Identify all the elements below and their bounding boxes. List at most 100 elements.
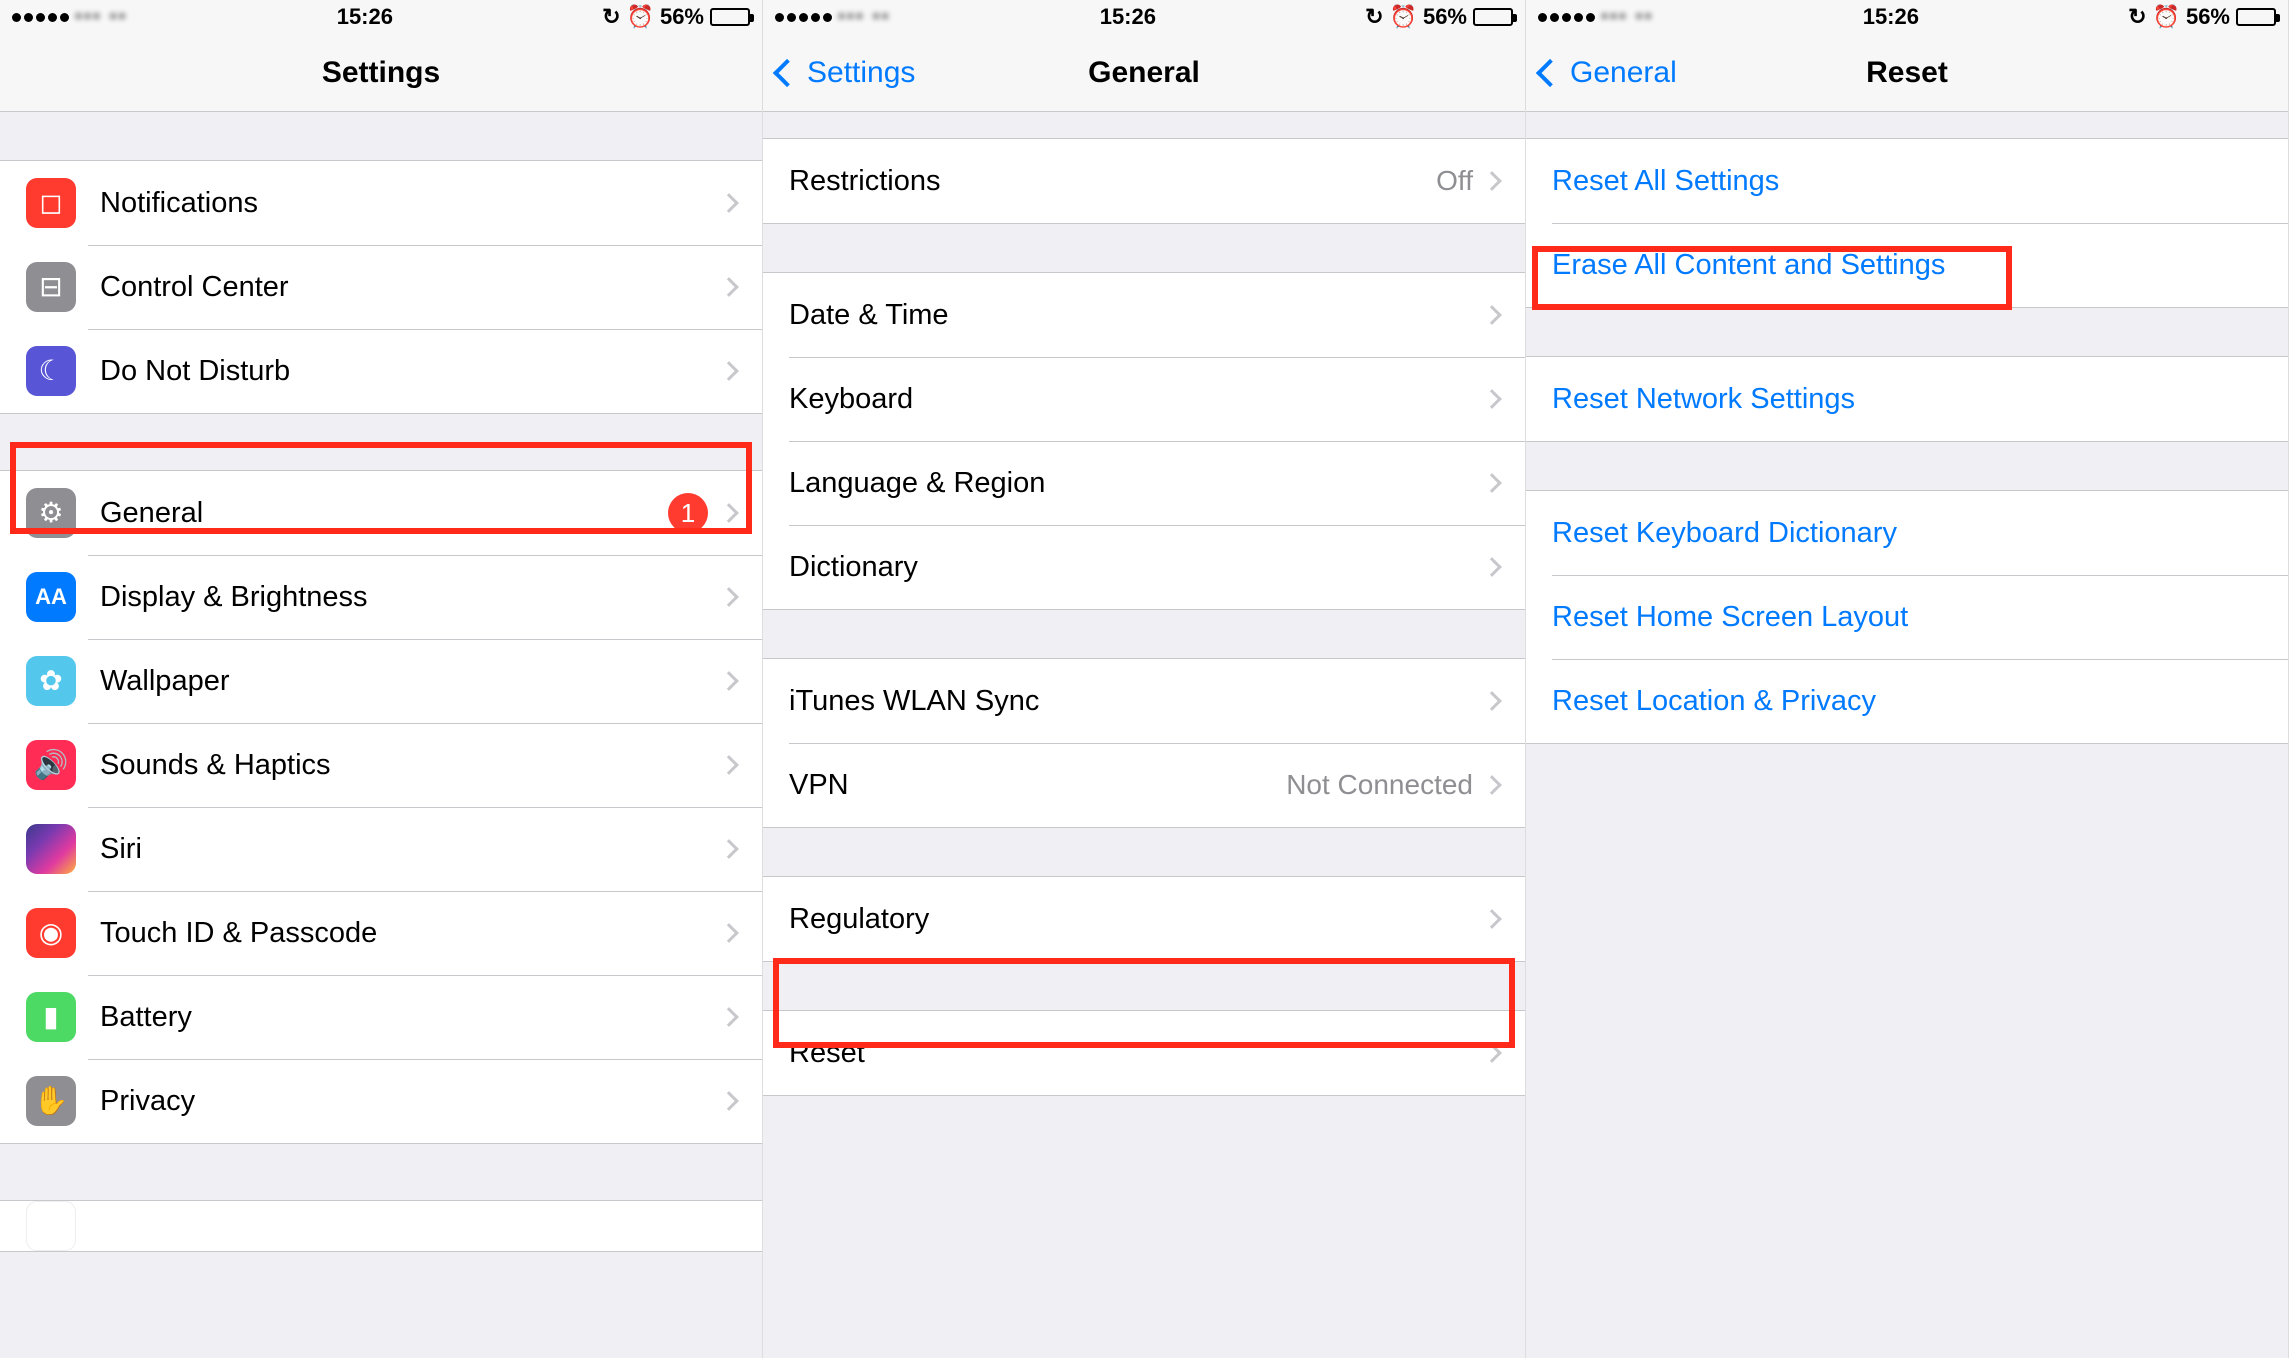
row-display-brightness[interactable]: AA Display & Brightness (0, 555, 762, 639)
row-label: iTunes WLAN Sync (789, 685, 1485, 718)
battery-icon (2236, 8, 2276, 26)
general-list[interactable]: Restrictions Off Date & Time Keyboard La… (763, 112, 1525, 1358)
row-label: Reset All Settings (1552, 165, 2262, 198)
row-label: Display & Brightness (100, 581, 722, 614)
row-label: Sounds & Haptics (100, 749, 722, 782)
rotation-lock-icon: ↻ (602, 4, 620, 30)
battery-icon (710, 8, 750, 26)
chevron-right-icon (1482, 691, 1502, 711)
chevron-right-icon (1482, 473, 1502, 493)
row-label: Restrictions (789, 165, 1436, 198)
battery-row-icon: ▮ (26, 992, 76, 1042)
row-notifications[interactable]: ◻ Notifications (0, 161, 762, 245)
row-reset-all-settings[interactable]: Reset All Settings (1526, 139, 2288, 223)
chevron-right-icon (1482, 305, 1502, 325)
general-screen: ••• •• 15:26 ↻ ⏰ 56% Settings General Re… (763, 0, 1526, 1358)
hand-icon: ✋ (26, 1076, 76, 1126)
status-bar: ••• •• 15:26 ↻ ⏰ 56% (763, 0, 1525, 34)
chevron-right-icon (719, 923, 739, 943)
row-restrictions[interactable]: Restrictions Off (763, 139, 1525, 223)
battery-percentage: 56% (2186, 4, 2230, 30)
rotation-lock-icon: ↻ (1365, 4, 1383, 30)
row-wallpaper[interactable]: ✿ Wallpaper (0, 639, 762, 723)
row-privacy[interactable]: ✋ Privacy (0, 1059, 762, 1143)
battery-percentage: 56% (660, 4, 704, 30)
row-label: Language & Region (789, 467, 1485, 500)
control-center-icon: ⊟ (26, 262, 76, 312)
row-vpn[interactable]: VPN Not Connected (763, 743, 1525, 827)
chevron-right-icon (1482, 775, 1502, 795)
row-reset-home-screen[interactable]: Reset Home Screen Layout (1526, 575, 2288, 659)
chevron-left-icon (1536, 58, 1564, 86)
row-label: Keyboard (789, 383, 1485, 416)
alarm-icon: ⏰ (1390, 4, 1417, 30)
row-partial[interactable] (0, 1201, 762, 1251)
signal-dots-icon (775, 13, 832, 22)
speaker-icon: 🔊 (26, 740, 76, 790)
carrier-label: ••• •• (1601, 6, 1654, 29)
chevron-left-icon (773, 58, 801, 86)
row-do-not-disturb[interactable]: ☾ Do Not Disturb (0, 329, 762, 413)
page-title: Settings (0, 56, 762, 90)
status-bar: ••• •• 15:26 ↻ ⏰ 56% (1526, 0, 2288, 34)
row-label: Battery (100, 1001, 722, 1034)
nav-header: Settings General (763, 34, 1525, 112)
battery-icon (1473, 8, 1513, 26)
back-button[interactable]: General (1526, 56, 1677, 90)
row-label: Reset Location & Privacy (1552, 685, 2262, 718)
settings-list[interactable]: ◻ Notifications ⊟ Control Center ☾ Do No… (0, 112, 762, 1358)
row-label: Privacy (100, 1085, 722, 1118)
row-itunes-sync[interactable]: iTunes WLAN Sync (763, 659, 1525, 743)
row-reset-network[interactable]: Reset Network Settings (1526, 357, 2288, 441)
notification-badge: 1 (668, 493, 708, 533)
chevron-right-icon (719, 1091, 739, 1111)
row-siri[interactable]: Siri (0, 807, 762, 891)
row-label: General (100, 497, 668, 530)
row-label: Reset (789, 1037, 1485, 1070)
moon-icon: ☾ (26, 346, 76, 396)
chevron-right-icon (719, 671, 739, 691)
row-label: Date & Time (789, 299, 1485, 332)
row-date-time[interactable]: Date & Time (763, 273, 1525, 357)
back-button[interactable]: Settings (763, 56, 915, 90)
row-battery[interactable]: ▮ Battery (0, 975, 762, 1059)
row-touch-id[interactable]: ◉ Touch ID & Passcode (0, 891, 762, 975)
row-label: Reset Keyboard Dictionary (1552, 517, 2262, 550)
chevron-right-icon (1482, 389, 1502, 409)
notifications-icon: ◻ (26, 178, 76, 228)
chevron-right-icon (719, 1007, 739, 1027)
battery-percentage: 56% (1423, 4, 1467, 30)
row-erase-all-content[interactable]: Erase All Content and Settings (1526, 223, 2288, 307)
reset-screen: ••• •• 15:26 ↻ ⏰ 56% General Reset Reset… (1526, 0, 2289, 1358)
settings-screen: ••• •• 15:26 ↻ ⏰ 56% Settings ◻ Notifica… (0, 0, 763, 1358)
row-reset-keyboard-dictionary[interactable]: Reset Keyboard Dictionary (1526, 491, 2288, 575)
row-label: Reset Home Screen Layout (1552, 601, 2262, 634)
fingerprint-icon: ◉ (26, 908, 76, 958)
chevron-right-icon (719, 193, 739, 213)
chevron-right-icon (719, 361, 739, 381)
row-regulatory[interactable]: Regulatory (763, 877, 1525, 961)
row-label: Erase All Content and Settings (1552, 249, 2262, 282)
carrier-label: ••• •• (75, 6, 128, 29)
row-dictionary[interactable]: Dictionary (763, 525, 1525, 609)
alarm-icon: ⏰ (627, 4, 654, 30)
row-general[interactable]: ⚙ General 1 (0, 471, 762, 555)
chevron-right-icon (719, 755, 739, 775)
row-label: Do Not Disturb (100, 355, 722, 388)
reset-list[interactable]: Reset All Settings Erase All Content and… (1526, 112, 2288, 1358)
row-language-region[interactable]: Language & Region (763, 441, 1525, 525)
status-time: 15:26 (1863, 4, 1919, 30)
row-reset-location-privacy[interactable]: Reset Location & Privacy (1526, 659, 2288, 743)
row-reset[interactable]: Reset (763, 1011, 1525, 1095)
status-time: 15:26 (1100, 4, 1156, 30)
chevron-right-icon (1482, 557, 1502, 577)
nav-header: Settings (0, 34, 762, 112)
row-sounds-haptics[interactable]: 🔊 Sounds & Haptics (0, 723, 762, 807)
row-label: Siri (100, 833, 722, 866)
chevron-right-icon (719, 839, 739, 859)
row-control-center[interactable]: ⊟ Control Center (0, 245, 762, 329)
signal-dots-icon (12, 13, 69, 22)
row-label: Touch ID & Passcode (100, 917, 722, 950)
chevron-right-icon (719, 503, 739, 523)
row-keyboard[interactable]: Keyboard (763, 357, 1525, 441)
